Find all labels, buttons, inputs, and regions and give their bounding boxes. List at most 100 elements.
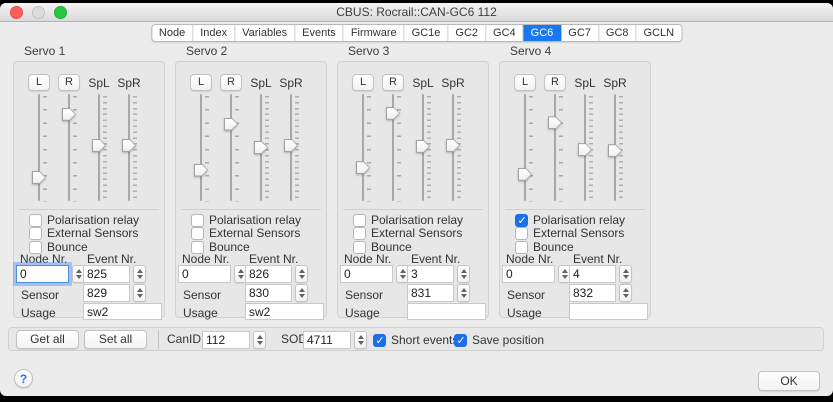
servo-right-button[interactable]: R	[58, 74, 80, 91]
slider-thumb[interactable]	[578, 143, 592, 156]
tab-gc7[interactable]: GC7	[561, 25, 599, 41]
right-position-slider[interactable]	[386, 94, 404, 201]
sensor-stepper[interactable]	[619, 284, 632, 302]
servo-left-button[interactable]: L	[352, 74, 374, 91]
tab-gc1e[interactable]: GC1e	[405, 25, 449, 41]
servo-right-button[interactable]: R	[544, 74, 566, 91]
slider-thumb[interactable]	[386, 107, 400, 120]
polarisation-relay-checkbox[interactable]: Polarisation relay	[191, 213, 301, 227]
servo-left-button[interactable]: L	[514, 74, 536, 91]
checkbox-box[interactable]	[29, 227, 42, 240]
checkbox-box[interactable]	[515, 227, 528, 240]
checkbox-box[interactable]	[454, 334, 467, 347]
sensor-input[interactable]	[245, 284, 292, 302]
speed-right-slider[interactable]	[122, 94, 140, 201]
sensor-stepper[interactable]	[133, 284, 146, 302]
slider-track[interactable]	[200, 94, 202, 201]
speed-left-slider[interactable]	[92, 94, 110, 201]
event-nr-stepper[interactable]	[619, 265, 632, 283]
slider-track[interactable]	[38, 94, 40, 201]
slider-thumb[interactable]	[254, 141, 268, 154]
external-sensors-checkbox[interactable]: External Sensors	[191, 226, 300, 240]
slider-thumb[interactable]	[608, 144, 622, 157]
sod-input[interactable]	[303, 331, 351, 349]
save-position-checkbox[interactable]: Save position	[454, 331, 544, 349]
sensor-stepper[interactable]	[457, 284, 470, 302]
slider-thumb[interactable]	[194, 164, 208, 177]
sod-stepper[interactable]	[354, 331, 367, 349]
polarisation-relay-checkbox[interactable]: Polarisation relay	[353, 213, 463, 227]
left-position-slider[interactable]	[356, 94, 374, 201]
slider-thumb[interactable]	[32, 171, 46, 184]
left-position-slider[interactable]	[518, 94, 536, 201]
speed-right-slider[interactable]	[446, 94, 464, 201]
slider-track[interactable]	[362, 94, 364, 201]
slider-thumb[interactable]	[224, 118, 238, 131]
help-button[interactable]: ?	[14, 369, 33, 388]
tab-firmware[interactable]: Firmware	[344, 25, 405, 41]
event-nr-input[interactable]	[83, 265, 130, 283]
title-bar[interactable]: CBUS: Rocrail::CAN-GC6 112	[0, 3, 833, 22]
canid-input[interactable]	[202, 331, 250, 349]
checkbox-box[interactable]	[515, 214, 528, 227]
slider-thumb[interactable]	[548, 116, 562, 129]
node-nr-input[interactable]	[340, 265, 393, 283]
slider-thumb[interactable]	[416, 140, 430, 153]
tab-node[interactable]: Node	[152, 25, 193, 41]
checkbox-box[interactable]	[191, 214, 204, 227]
event-nr-stepper[interactable]	[457, 265, 470, 283]
checkbox-box[interactable]	[29, 214, 42, 227]
speed-right-slider[interactable]	[608, 94, 626, 201]
external-sensors-checkbox[interactable]: External Sensors	[29, 226, 138, 240]
right-position-slider[interactable]	[62, 94, 80, 201]
tab-variables[interactable]: Variables	[235, 25, 295, 41]
tab-gc6[interactable]: GC6	[524, 25, 562, 41]
usage-input[interactable]	[245, 303, 324, 320]
tab-gc2[interactable]: GC2	[448, 25, 486, 41]
polarisation-relay-checkbox[interactable]: Polarisation relay	[515, 213, 625, 227]
event-nr-stepper[interactable]	[133, 265, 146, 283]
speed-right-slider[interactable]	[284, 94, 302, 201]
slider-thumb[interactable]	[356, 161, 370, 174]
slider-thumb[interactable]	[62, 108, 76, 121]
checkbox-box[interactable]	[373, 334, 386, 347]
slider-thumb[interactable]	[518, 168, 532, 181]
servo-right-button[interactable]: R	[382, 74, 404, 91]
event-nr-input[interactable]	[407, 265, 454, 283]
slider-track[interactable]	[230, 94, 232, 201]
slider-thumb[interactable]	[92, 139, 106, 152]
checkbox-box[interactable]	[353, 214, 366, 227]
checkbox-box[interactable]	[353, 227, 366, 240]
event-nr-stepper[interactable]	[295, 265, 308, 283]
tab-index[interactable]: Index	[193, 25, 235, 41]
slider-track[interactable]	[554, 94, 556, 201]
tab-gc4[interactable]: GC4	[486, 25, 524, 41]
external-sensors-checkbox[interactable]: External Sensors	[353, 226, 462, 240]
tab-gcln[interactable]: GCLN	[637, 25, 682, 41]
servo-left-button[interactable]: L	[190, 74, 212, 91]
set-all-button[interactable]: Set all	[84, 330, 147, 349]
external-sensors-checkbox[interactable]: External Sensors	[515, 226, 624, 240]
speed-left-slider[interactable]	[254, 94, 272, 201]
slider-track[interactable]	[524, 94, 526, 201]
right-position-slider[interactable]	[548, 94, 566, 201]
slider-thumb[interactable]	[446, 139, 460, 152]
polarisation-relay-checkbox[interactable]: Polarisation relay	[29, 213, 139, 227]
get-all-button[interactable]: Get all	[16, 330, 79, 349]
sensor-input[interactable]	[569, 284, 616, 302]
slider-thumb[interactable]	[122, 139, 136, 152]
node-nr-input[interactable]	[502, 265, 555, 283]
ok-button[interactable]: OK	[758, 371, 820, 391]
canid-stepper[interactable]	[253, 331, 266, 349]
usage-input[interactable]	[83, 303, 162, 320]
tab-events[interactable]: Events	[295, 25, 344, 41]
checkbox-box[interactable]	[191, 227, 204, 240]
event-nr-input[interactable]	[245, 265, 292, 283]
speed-left-slider[interactable]	[416, 94, 434, 201]
usage-input[interactable]	[407, 303, 486, 320]
tab-gc8[interactable]: GC8	[599, 25, 637, 41]
sensor-input[interactable]	[83, 284, 130, 302]
node-nr-input[interactable]	[178, 265, 231, 283]
sensor-stepper[interactable]	[295, 284, 308, 302]
servo-left-button[interactable]: L	[28, 74, 50, 91]
